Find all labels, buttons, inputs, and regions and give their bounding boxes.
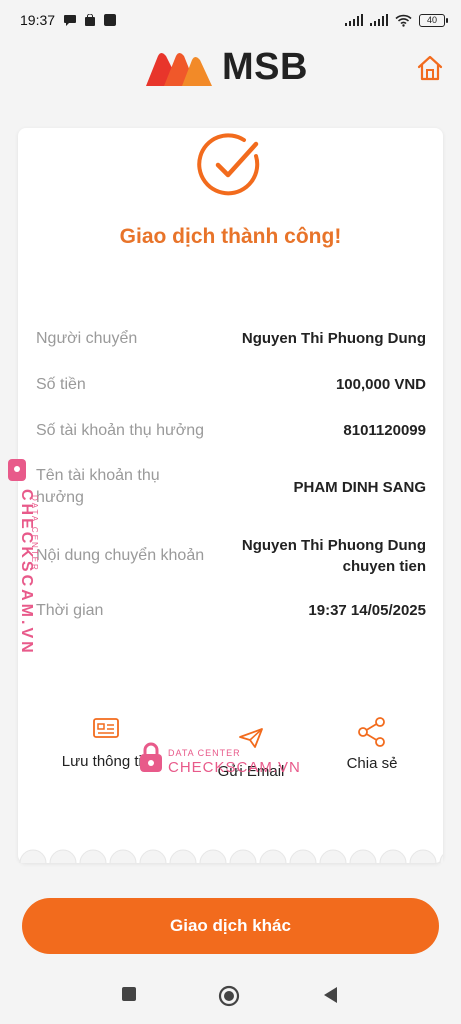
save-card-icon bbox=[93, 718, 119, 738]
row-value: PHAM DINH SANG bbox=[293, 478, 426, 496]
status-time: 19:37 bbox=[20, 12, 56, 28]
row-account-name: Tên tài khoản thụ hưởng PHAM DINH SANG bbox=[36, 464, 426, 510]
battery-indicator: 40 bbox=[419, 13, 448, 27]
lock-icon bbox=[140, 742, 162, 772]
row-label: Nội dung chuyển khoản bbox=[36, 547, 205, 564]
home-icon[interactable] bbox=[416, 54, 444, 82]
row-value: Nguyen Thi Phuong Dung chuyen tien bbox=[241, 537, 426, 575]
msb-logo: MSB bbox=[142, 46, 308, 89]
row-account-number: Số tài khoản thụ hưởng 8101120099 bbox=[36, 420, 426, 442]
status-bar: 19:37 40 bbox=[0, 0, 461, 40]
watermark-big-text: CHECKSCAM.VN bbox=[168, 759, 301, 776]
row-label: Tên tài khoản thụ hưởng bbox=[36, 467, 160, 506]
share-icon bbox=[358, 717, 385, 747]
status-system-icons: 40 bbox=[345, 13, 448, 27]
chat-bubble-icon bbox=[64, 15, 77, 26]
watermark-side: CHECKSCAM.VN DATA CENTER bbox=[8, 459, 38, 655]
back-icon[interactable] bbox=[322, 986, 338, 1004]
recents-icon[interactable] bbox=[121, 986, 137, 1002]
system-nav-bar bbox=[0, 970, 461, 1024]
row-label: Số tài khoản thụ hưởng bbox=[36, 422, 204, 439]
row-label: Người chuyển bbox=[36, 330, 138, 347]
app-square-icon bbox=[104, 14, 117, 26]
row-value: Nguyen Thi Phuong Dung bbox=[241, 330, 426, 347]
status-notification-icons bbox=[63, 14, 117, 26]
wifi-icon bbox=[395, 14, 412, 27]
watermark-center: DATA CENTER CHECKSCAM.VN bbox=[138, 742, 300, 782]
share-button[interactable]: Chia sẻ bbox=[322, 716, 422, 774]
row-time: Thời gian 19:37 14/05/2025 bbox=[36, 600, 426, 622]
row-value: 8101120099 bbox=[343, 422, 426, 439]
signal-icon-2 bbox=[370, 14, 388, 26]
app-header: MSB bbox=[0, 40, 461, 102]
row-value: 100,000 VND bbox=[335, 376, 426, 393]
share-label: Chia sẻ bbox=[346, 755, 398, 772]
home-nav-icon[interactable] bbox=[218, 985, 240, 1007]
msb-logo-mark-icon bbox=[146, 52, 212, 86]
logo-text: MSB bbox=[222, 46, 308, 88]
signal-icon bbox=[345, 14, 363, 26]
row-value: 19:37 14/05/2025 bbox=[308, 602, 426, 619]
row-sender: Người chuyển Nguyen Thi Phuong Dung bbox=[36, 328, 426, 350]
bag-icon bbox=[85, 14, 96, 26]
row-label: Thời gian bbox=[36, 602, 104, 619]
row-label: Số tiền bbox=[36, 376, 86, 393]
watermark-small-text: DATA CENTER bbox=[168, 748, 241, 758]
success-title: Giao dịch thành công! bbox=[119, 225, 342, 248]
other-transaction-button[interactable]: Giao dịch khác bbox=[22, 898, 439, 954]
watermark-side-small: DATA CENTER bbox=[30, 495, 38, 572]
success-check-icon bbox=[197, 133, 260, 196]
row-amount: Số tiền 100,000 VND bbox=[36, 374, 426, 396]
row-content: Nội dung chuyển khoản Nguyen Thi Phuong … bbox=[36, 534, 426, 578]
receipt-scallop-edge bbox=[18, 840, 443, 863]
